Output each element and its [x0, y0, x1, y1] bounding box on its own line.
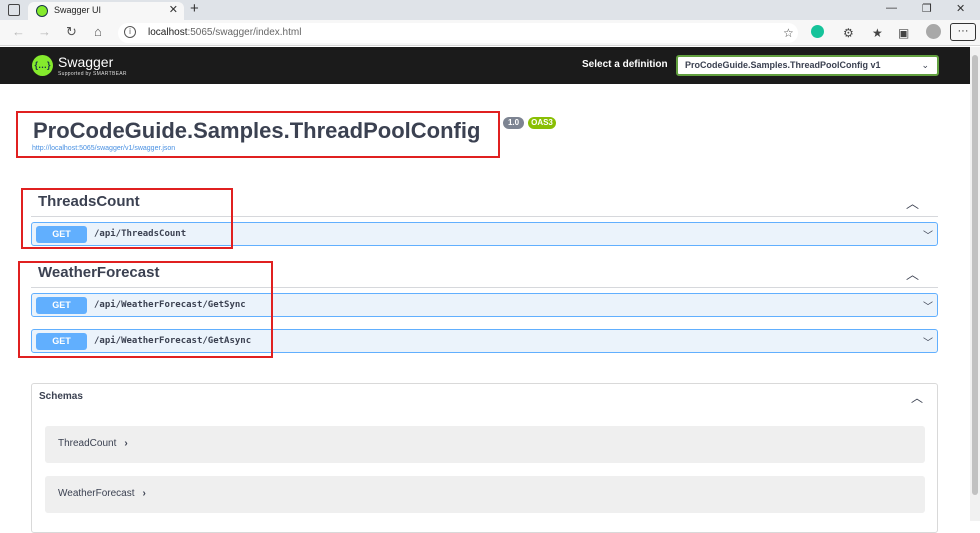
- definition-selected-value: ProCodeGuide.Samples.ThreadPoolConfig v1: [685, 60, 881, 70]
- swagger-logo-text: Swagger: [58, 54, 114, 70]
- schema-model-name: ThreadCount ›: [58, 438, 128, 449]
- schemas-title[interactable]: Schemas: [39, 391, 83, 402]
- chevron-right-icon: ›: [124, 438, 128, 449]
- highlight-box-title: [16, 111, 500, 158]
- chevron-down-icon: ⌄: [921, 60, 929, 70]
- tab-actions-icon[interactable]: [8, 4, 20, 16]
- browser-tab-bar: Swagger UI ✕ + — ❐ ✕: [0, 0, 980, 20]
- schema-model[interactable]: ThreadCount ›: [45, 426, 925, 463]
- tab-close-icon[interactable]: ✕: [169, 3, 178, 16]
- highlight-box-threadscount: [21, 188, 233, 249]
- chevron-down-icon[interactable]: ﹀: [923, 227, 933, 242]
- url-field[interactable]: i localhost:5065/swagger/index.html: [118, 23, 798, 43]
- more-menu-icon[interactable]: ···: [950, 23, 976, 41]
- site-info-icon[interactable]: i: [124, 26, 136, 38]
- scrollbar-thumb[interactable]: [972, 55, 978, 495]
- minimize-icon[interactable]: —: [886, 2, 897, 14]
- url-text: localhost:5065/swagger/index.html: [148, 27, 302, 38]
- grammarly-icon[interactable]: [811, 25, 824, 38]
- forward-arrow-icon[interactable]: →: [38, 24, 51, 39]
- chevron-down-icon[interactable]: ﹀: [923, 298, 933, 313]
- swagger-topbar: {…} Swagger Supported by SMARTBEAR Selec…: [0, 47, 970, 84]
- chevron-up-icon[interactable]: ︿: [911, 389, 923, 406]
- address-bar-row: ← → ↻ ⌂ i localhost:5065/swagger/index.h…: [0, 20, 980, 46]
- new-tab-icon[interactable]: +: [190, 0, 199, 17]
- chevron-up-icon[interactable]: ︿: [906, 264, 919, 283]
- definition-select[interactable]: ProCodeGuide.Samples.ThreadPoolConfig v1…: [676, 55, 939, 76]
- page-scrollbar[interactable]: [970, 47, 980, 521]
- favorite-star-icon[interactable]: ☆: [783, 26, 794, 40]
- browser-tab[interactable]: Swagger UI ✕: [28, 2, 184, 20]
- version-badge: 1.0: [503, 117, 524, 129]
- collections-icon[interactable]: ▣: [898, 26, 909, 40]
- oas-badge: OAS3: [528, 117, 556, 129]
- window-close-icon[interactable]: ✕: [956, 2, 965, 15]
- schema-model[interactable]: WeatherForecast ›: [45, 476, 925, 513]
- swagger-logo-icon[interactable]: {…}: [32, 55, 53, 76]
- highlight-box-weatherforecast: [18, 261, 273, 358]
- chevron-right-icon: ›: [142, 488, 146, 499]
- swagger-favicon-icon: [36, 5, 48, 17]
- chevron-down-icon[interactable]: ﹀: [923, 334, 933, 349]
- chevron-up-icon[interactable]: ︿: [906, 193, 919, 212]
- favorites-icon[interactable]: ★: [872, 26, 883, 40]
- schemas-section: Schemas ︿ ThreadCount › WeatherForecast ›: [31, 383, 938, 533]
- refresh-icon[interactable]: ↻: [66, 24, 77, 40]
- back-arrow-icon[interactable]: ←: [12, 24, 25, 39]
- schema-model-name: WeatherForecast ›: [58, 488, 146, 499]
- swagger-logo-subtext: Supported by SMARTBEAR: [58, 71, 127, 77]
- definition-label: Select a definition: [582, 59, 668, 70]
- restore-icon[interactable]: ❐: [922, 2, 932, 15]
- profile-avatar[interactable]: [926, 24, 941, 39]
- tab-title: Swagger UI: [54, 5, 102, 15]
- home-icon[interactable]: ⌂: [94, 24, 102, 39]
- extensions-icon[interactable]: ⚙: [843, 26, 854, 40]
